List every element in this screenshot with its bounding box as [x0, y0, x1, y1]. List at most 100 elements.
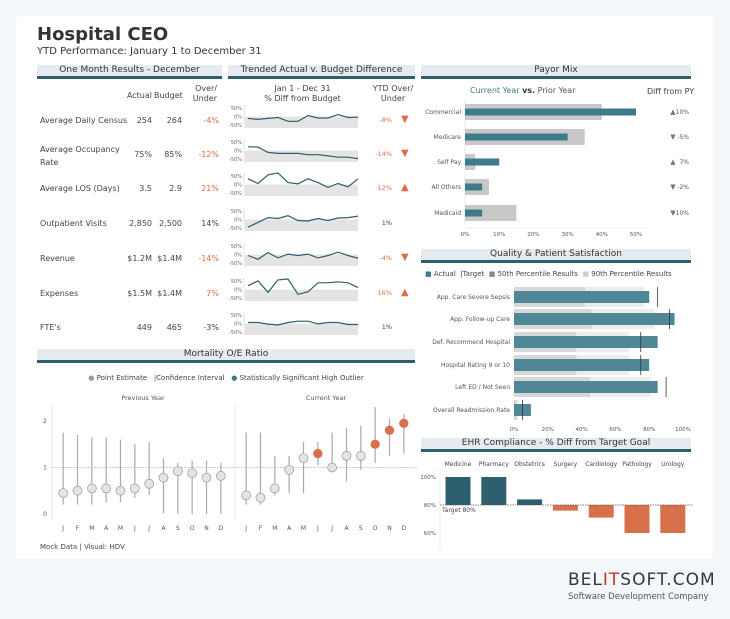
belitsoft-logo[interactable]: BELITSOFT.COM: [568, 570, 716, 590]
ehr-category-label: Medicine: [445, 461, 472, 468]
ytd-over-under: 12%: [377, 184, 392, 192]
mortality-x-tick: A: [344, 525, 349, 532]
legend-target: |Target: [460, 270, 485, 278]
ehr-category-label: Obstetrics: [514, 461, 545, 468]
payor-x-tick: 0%: [461, 232, 470, 238]
kpi-budget: 2,500: [159, 219, 182, 228]
legend-point-estimate: ● Point Estimate: [88, 374, 148, 382]
quality-category-label: Def. Recommend Hospital: [432, 339, 510, 346]
kpi-budget: $1.4M: [157, 254, 182, 263]
ehr-bar: [552, 505, 578, 511]
sparkline: 50% 0% -50%: [229, 243, 358, 267]
mortality-x-tick: J: [316, 525, 319, 532]
point-estimate: [341, 451, 352, 461]
kpi-metric-label: Average Occupancy Rate: [40, 145, 120, 167]
kpi-budget: 85%: [164, 150, 182, 159]
payor-legend: Current Year vs. Prior Year: [470, 86, 576, 95]
payor-band: Payor Mix: [421, 65, 691, 79]
diff-from-py-value: -10%: [673, 210, 689, 217]
point-estimate: [201, 472, 212, 483]
kpi-over-under: -12%: [198, 150, 219, 159]
quality-category-label: App. Follow-up Care: [450, 316, 510, 323]
actual-bar: [514, 291, 650, 303]
outlier-point: [399, 418, 409, 428]
sparkline-tick: 0%: [234, 115, 242, 121]
payor-x-tick: 10%: [493, 232, 505, 238]
col-over-1: Over/: [195, 84, 217, 93]
mortality-y-tick: 0: [43, 511, 47, 518]
payor-category-label: Commercial: [425, 109, 461, 116]
kpi-over-under: -3%: [203, 323, 219, 332]
sparkline-tick: 0%: [234, 183, 242, 189]
col-ytd-2: Under: [380, 94, 406, 103]
kpi-metric-label: Average LOS (Days): [40, 184, 120, 193]
legend-prior-year: Prior Year: [537, 86, 576, 95]
mortality-x-tick: N: [387, 525, 392, 532]
ehr-category-label: Surgery: [554, 461, 578, 468]
page-subtitle: YTD Performance: January 1 to December 3…: [37, 46, 262, 57]
point-estimate: [298, 453, 309, 464]
sparkline: 50% 0% -50%: [229, 312, 358, 336]
kpi-over-under: -4%: [203, 116, 219, 125]
mortality-band: Mortality O/E Ratio: [37, 349, 415, 363]
legend-current-year: Current Year: [470, 86, 520, 95]
up-triangle-icon: ▲: [401, 182, 409, 193]
point-estimate: [255, 492, 266, 503]
mortality-x-tick: M: [89, 525, 94, 532]
sparkline-tick: 50%: [231, 106, 242, 112]
point-estimate: [269, 483, 280, 494]
sparkline-tick: 0%: [234, 218, 242, 224]
ehr-category-label: Pharmacy: [479, 461, 509, 468]
point-estimate: [72, 485, 83, 496]
kpi-budget: $1.4M: [157, 289, 182, 298]
kpi-metric-label: Outpatient Visits: [40, 219, 107, 228]
ehr-bar: [481, 477, 507, 505]
diff-from-py-value: -5%: [677, 134, 689, 141]
ehr-chart: 100% 80% 60% Medicine Pharmacy Obstetrics Surg…: [421, 461, 693, 550]
ytd-over-under: -14%: [375, 150, 392, 158]
mortality-x-tick: A: [104, 525, 109, 532]
ytd-over-under: -8%: [379, 116, 392, 124]
quality-category-label: Overall Readmission Rate: [433, 407, 510, 414]
ehr-bar: [517, 499, 543, 505]
outlier-point: [370, 439, 380, 449]
ehr-category-label: Urology: [661, 461, 685, 468]
sparkline: 50% 0% -50%: [229, 278, 358, 302]
point-estimate: [58, 488, 69, 498]
quality-legend: ■ Actual |Target ■ 50th Percentile Resul…: [425, 270, 672, 278]
current-year-bar: [465, 158, 500, 166]
sparkline-tick: -50%: [229, 261, 242, 267]
point-estimate: [144, 478, 155, 489]
mortality-x-tick: M: [118, 525, 123, 532]
mortality-legend: ● Point Estimate |Confidence Interval ● …: [37, 374, 415, 382]
ehr-y-tick: 80%: [424, 503, 436, 509]
footer-note: Mock Data | Visual: HDV: [40, 543, 125, 551]
kpi-metric-label: Expenses: [40, 289, 79, 298]
point-estimate: [86, 483, 97, 494]
quality-chart: App. Care Severe Sepsis App. Follow-up Ca…: [432, 287, 691, 433]
mortality-y-tick: 1: [43, 465, 47, 472]
sparkline-tick: 50%: [231, 174, 242, 180]
legend-outlier: ● Statistically Significant High Outlier: [231, 374, 364, 382]
mortality-x-tick: J: [61, 525, 64, 532]
legend-confidence-interval: |Confidence Interval: [153, 374, 225, 382]
sparkline-tick: 0%: [234, 322, 242, 328]
col-range-2: % Diff from Budget: [264, 94, 341, 103]
quality-x-tick: 40%: [575, 427, 587, 433]
sparkline-tick: -50%: [229, 330, 242, 336]
col-actual: Actual: [126, 91, 152, 100]
mortality-x-tick: D: [219, 525, 224, 532]
sparkline-tick: -50%: [229, 296, 242, 302]
quality-x-tick: 0%: [510, 427, 519, 433]
payor-chart: Commercial ▲ 10%Medicare ▼ -5%Self Pay ▲ 7%All…: [425, 100, 689, 238]
current-year-bar: [465, 133, 568, 141]
mortality-x-tick: O: [373, 525, 378, 532]
sparkline-tick: 50%: [231, 209, 242, 215]
quality-x-tick: 60%: [609, 427, 621, 433]
point-estimate: [355, 451, 366, 461]
sparkline-tick: 50%: [231, 279, 242, 285]
sparkline-tick: 0%: [234, 149, 242, 155]
kpi-over-under: 21%: [201, 184, 219, 193]
point-estimate: [284, 464, 295, 475]
payor-category-label: All Others: [431, 184, 461, 191]
